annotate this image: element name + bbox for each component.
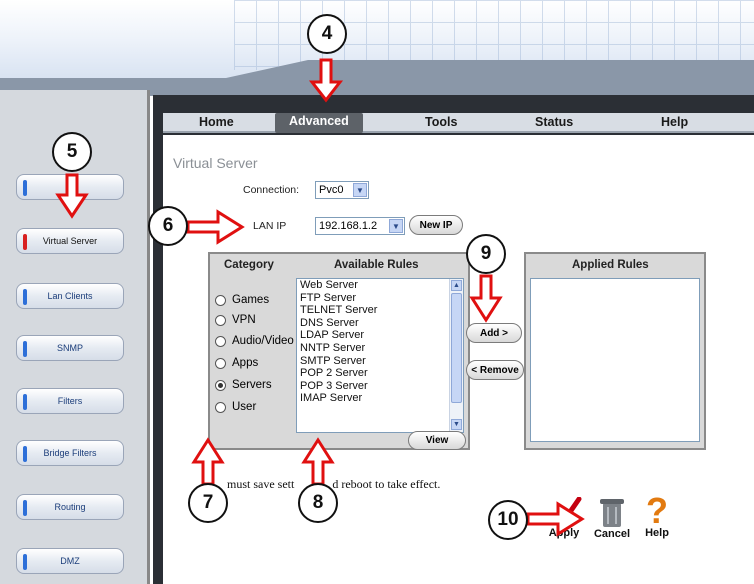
radio-icon [215, 357, 226, 369]
category-option-apps[interactable]: Apps [215, 357, 258, 369]
sidebar-item-label: Virtual Server [42, 236, 98, 246]
question-mark-icon: ? [646, 490, 668, 531]
sidebar-item-bridge-filters[interactable]: Bridge Filters [16, 440, 124, 466]
tab-advanced[interactable]: Advanced [275, 113, 363, 133]
trash-can-icon [600, 499, 624, 527]
callout-6: 6 [148, 206, 188, 246]
applied-rules-panel: Applied Rules [524, 252, 706, 450]
sidebar-item-snmp[interactable]: SNMP [16, 335, 124, 361]
category-option-games[interactable]: Games [215, 294, 269, 306]
apply-label: Apply [548, 527, 580, 539]
sidebar-item-dmz[interactable]: DMZ [16, 548, 124, 574]
category-header: Category [224, 259, 274, 271]
sidebar-item-label: Filters [57, 396, 83, 406]
callout-8: 8 [298, 483, 338, 523]
list-item[interactable]: LDAP Server [297, 329, 463, 342]
sidebar-item-virtual-server[interactable]: Virtual Server [16, 228, 124, 254]
sidebar-item-label: Bridge Filters [43, 448, 97, 458]
sidebar-item-lan-clients[interactable]: Lan Clients [16, 283, 124, 309]
connection-value: Pvc0 [319, 184, 344, 196]
connection-select[interactable]: Pvc0 ▼ [315, 181, 369, 199]
list-scrollbar[interactable]: ▲ ▼ [449, 279, 463, 432]
chevron-down-icon: ▼ [389, 219, 403, 233]
category-option-label: User [232, 401, 257, 413]
radio-icon [215, 335, 226, 347]
list-item[interactable]: NNTP Server [297, 342, 463, 355]
callout-7: 7 [188, 483, 228, 523]
sidebar-item-label: UI [65, 182, 75, 192]
callout-5: 5 [52, 132, 92, 172]
available-rules-list[interactable]: Web Server FTP Server TELNET Server DNS … [296, 278, 464, 433]
tab-status[interactable]: Status [535, 115, 573, 129]
sidebar-item-label: DMZ [60, 556, 80, 566]
scroll-up-icon[interactable]: ▲ [451, 280, 462, 291]
category-option-user[interactable]: User [215, 401, 256, 413]
lan-ip-value: 192.168.1.2 [319, 220, 378, 232]
radio-icon [215, 401, 226, 413]
category-option-label: Audio/Video [232, 335, 294, 347]
scroll-down-icon[interactable]: ▼ [451, 419, 462, 430]
category-option-label: Apps [232, 357, 259, 369]
list-item[interactable]: IMAP Server [297, 392, 463, 405]
new-ip-button[interactable]: New IP [409, 215, 463, 235]
remove-button[interactable]: < Remove [466, 360, 524, 380]
sidebar-item-label: Lan Clients [47, 291, 93, 301]
category-option-servers[interactable]: Servers [215, 379, 272, 391]
callout-9: 9 [466, 234, 506, 274]
tab-home[interactable]: Home [199, 115, 234, 129]
view-button[interactable]: View [408, 431, 466, 450]
radio-selected-icon [215, 379, 226, 391]
save-note-tail: d reboot to take effect. [332, 477, 441, 491]
checkmark-icon [548, 496, 582, 529]
content-area: Virtual Server Connection: Pvc0 ▼ LAN IP… [163, 135, 754, 584]
available-rules-header: Available Rules [334, 259, 419, 271]
list-item[interactable]: DNS Server [297, 317, 463, 330]
chevron-down-icon: ▼ [353, 183, 367, 197]
tab-help[interactable]: Help [661, 115, 688, 129]
scroll-thumb[interactable] [451, 293, 462, 403]
list-item[interactable]: POP 2 Server [297, 367, 463, 380]
save-note-text: must save sett [227, 477, 295, 491]
lan-ip-select[interactable]: 192.168.1.2 ▼ [315, 217, 405, 235]
main-panel: Home Advanced Tools Status Help Virtual … [153, 95, 754, 584]
page-title: Virtual Server [173, 155, 258, 171]
category-option-vpn[interactable]: VPN [215, 314, 256, 326]
applied-rules-list[interactable] [530, 278, 700, 442]
help-label: Help [645, 527, 669, 539]
category-option-label: VPN [232, 314, 256, 326]
sidebar-item-filters[interactable]: Filters [16, 388, 124, 414]
tab-tools[interactable]: Tools [425, 115, 457, 129]
sidebar-item-label: Routing [54, 502, 86, 512]
connection-label: Connection: [243, 184, 300, 196]
callout-4: 4 [307, 14, 347, 54]
list-item[interactable]: TELNET Server [297, 304, 463, 317]
category-option-label: Games [232, 294, 270, 306]
sidebar-item-label: SNMP [56, 343, 83, 353]
lan-ip-label: LAN IP [253, 220, 287, 232]
callout-10: 10 [488, 500, 528, 540]
tab-bar: Home Advanced Tools Status Help [163, 113, 754, 133]
category-option-audio-video[interactable]: Audio/Video [215, 335, 294, 347]
list-item[interactable]: SMTP Server [297, 355, 463, 368]
add-button[interactable]: Add > [466, 323, 522, 343]
list-item[interactable]: FTP Server [297, 292, 463, 305]
svg-text:?: ? [646, 491, 668, 527]
help-button[interactable]: ? Help [637, 490, 677, 547]
category-option-label: Servers [232, 379, 272, 391]
cancel-label: Cancel [593, 528, 631, 540]
list-item[interactable]: Web Server [297, 279, 463, 292]
top-banner [0, 0, 754, 96]
list-item[interactable]: POP 3 Server [297, 380, 463, 393]
apply-button[interactable]: Apply [541, 496, 587, 547]
category-panel: Category Available Rules Games VPN Audio… [208, 252, 470, 450]
sidebar-item-ui[interactable]: UI [16, 174, 124, 200]
cancel-button[interactable]: Cancel [587, 495, 637, 547]
applied-rules-header: Applied Rules [572, 259, 649, 271]
sidebar-item-routing[interactable]: Routing [16, 494, 124, 520]
radio-icon [215, 294, 226, 306]
radio-icon [215, 314, 226, 326]
